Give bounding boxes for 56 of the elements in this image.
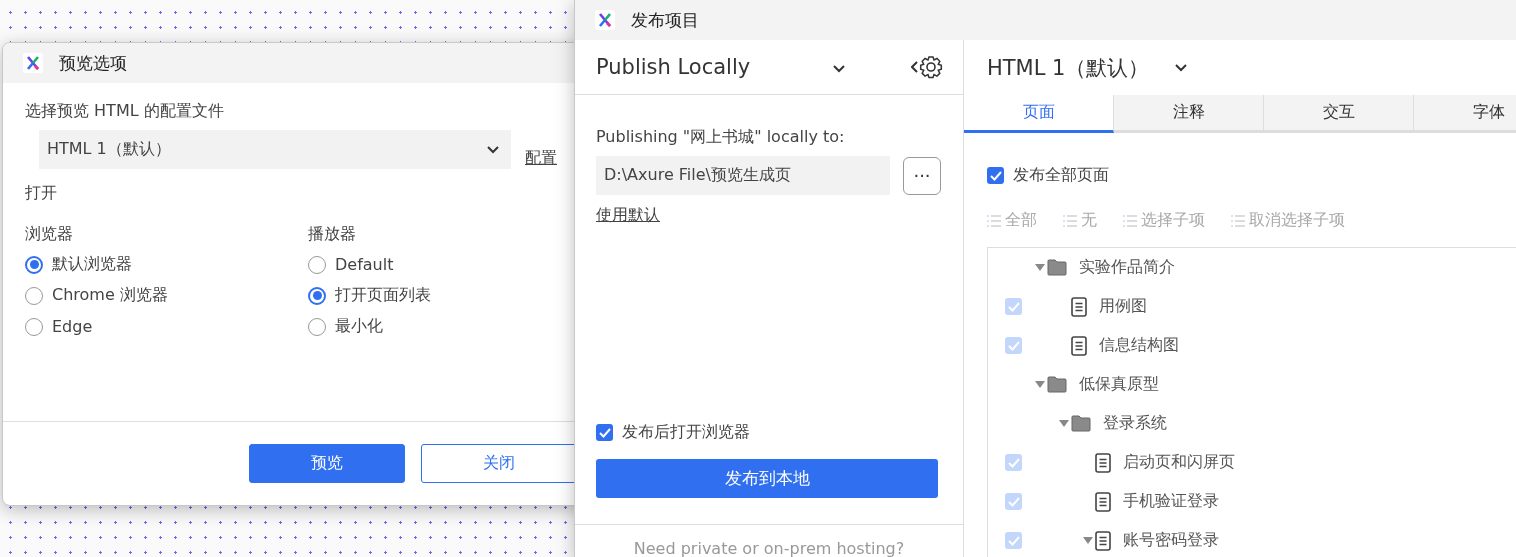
profile-label: 选择预览 HTML 的配置文件 bbox=[25, 101, 225, 122]
list-icon bbox=[1063, 214, 1077, 227]
radio-button[interactable] bbox=[308, 255, 326, 274]
settings-icon[interactable] bbox=[911, 55, 943, 79]
radio-button[interactable] bbox=[308, 317, 326, 336]
browse-button[interactable]: ··· bbox=[903, 156, 941, 195]
preview-button[interactable]: 预览 bbox=[249, 444, 405, 483]
page-icon bbox=[1071, 335, 1087, 356]
profile-select[interactable]: HTML 1（默认） bbox=[987, 53, 1150, 82]
tab[interactable]: 注释 bbox=[1114, 95, 1264, 133]
tab[interactable]: 交互 bbox=[1264, 95, 1414, 133]
page-icon bbox=[1071, 296, 1087, 317]
window-title: 发布项目 bbox=[631, 8, 699, 32]
page-icon bbox=[1095, 452, 1111, 473]
list-icon bbox=[1123, 214, 1137, 227]
chevron-down-icon bbox=[1175, 63, 1188, 72]
checkbox-label: 发布全部页面 bbox=[1013, 165, 1109, 186]
folder-icon bbox=[1047, 259, 1067, 276]
path-field[interactable]: D:\Axure File\预览生成页 bbox=[596, 156, 890, 195]
chevron-down-icon bbox=[833, 64, 845, 73]
page-icon bbox=[1095, 491, 1111, 512]
configure-link[interactable]: 配置 bbox=[525, 148, 557, 169]
radio-button[interactable] bbox=[308, 286, 326, 305]
radio-label: 默认浏览器 bbox=[52, 254, 132, 275]
radio-label: 最小化 bbox=[335, 316, 383, 337]
tab[interactable]: 页面 bbox=[964, 95, 1114, 133]
dialog-title: 预览选项 bbox=[59, 51, 127, 75]
list-icon bbox=[987, 214, 1001, 227]
group-title: 浏览器 bbox=[25, 224, 74, 245]
logo-icon bbox=[595, 10, 615, 30]
page-icon bbox=[1095, 530, 1111, 551]
checkbox-label: 发布后打开浏览器 bbox=[622, 422, 750, 443]
checkbox[interactable] bbox=[596, 424, 613, 441]
folder-icon bbox=[1071, 415, 1091, 432]
group-title: 播放器 bbox=[308, 224, 357, 245]
radio-label: Default bbox=[335, 255, 394, 274]
chevron-down-icon bbox=[487, 145, 499, 154]
checkbox[interactable] bbox=[987, 167, 1004, 184]
list-icon bbox=[1231, 214, 1245, 227]
use-default-link[interactable]: 使用默认 bbox=[596, 205, 660, 226]
open-label: 打开 bbox=[25, 183, 58, 204]
target-label: Publishing "网上书城" locally to: bbox=[596, 127, 846, 148]
logo-icon bbox=[23, 53, 43, 73]
radio-button[interactable] bbox=[25, 255, 43, 274]
radio-button[interactable] bbox=[25, 286, 43, 305]
radio-label: 打开页面列表 bbox=[335, 285, 431, 306]
tab[interactable]: 字体 bbox=[1414, 95, 1516, 133]
publish-method-select[interactable]: Publish Locally bbox=[596, 55, 751, 79]
radio-label: Chrome 浏览器 bbox=[52, 285, 168, 306]
publish-button[interactable]: 发布到本地 bbox=[596, 459, 938, 498]
close-button[interactable]: 关闭 bbox=[421, 444, 577, 483]
radio-button[interactable] bbox=[25, 317, 43, 336]
profile-select[interactable]: HTML 1（默认） bbox=[39, 130, 511, 169]
hosting-note: Need private or on-prem hosting? bbox=[633, 539, 905, 557]
radio-label: Edge bbox=[52, 317, 93, 336]
folder-icon bbox=[1047, 376, 1067, 393]
